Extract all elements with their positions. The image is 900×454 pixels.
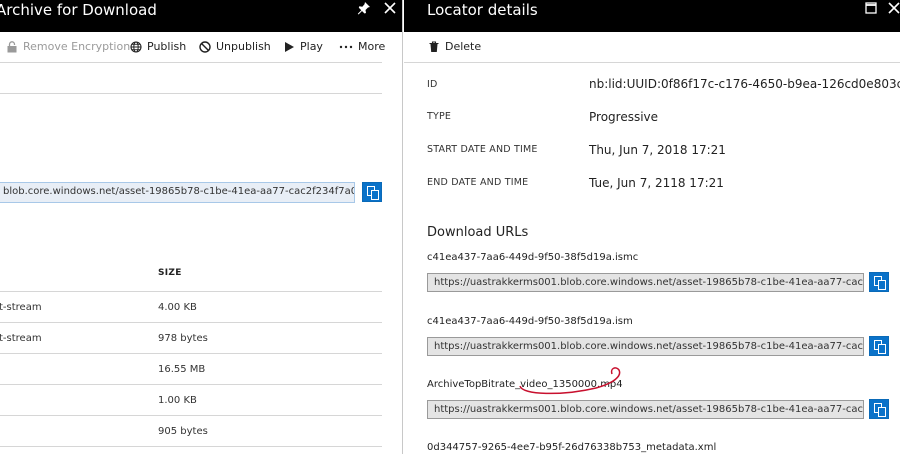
archive-blade-header: Archive for Download (0, 0, 402, 32)
remove-encryption-button[interactable]: Remove Encryption (6, 40, 130, 53)
play-button[interactable]: Play (283, 40, 323, 53)
trash-icon (428, 40, 440, 53)
type-value: Progressive (589, 110, 659, 124)
download-file-name: c41ea437-7aa6-449d-9f50-38f5d19a.ism (427, 316, 633, 327)
table-header-divider (0, 291, 382, 292)
file-size-cell: 16.55 MB (158, 364, 206, 375)
locator-blade-header: Locator details (404, 0, 900, 32)
unpublish-icon (199, 40, 211, 53)
download-url-field[interactable]: https://uastrakkerms001.blob.core.window… (427, 337, 864, 356)
row-divider (0, 322, 382, 323)
copy-url-button[interactable] (869, 272, 889, 292)
row-divider (0, 353, 382, 354)
lock-icon (6, 40, 18, 53)
end-date-label: END DATE AND TIME (427, 177, 529, 188)
more-button[interactable]: More (339, 40, 385, 53)
remove-encryption-label: Remove Encryption (23, 40, 131, 53)
play-icon (283, 41, 295, 53)
blade-title: Archive for Download (0, 1, 157, 19)
download-file-name: 0d344757-9265-4ee7-b95f-26d76338b753_met… (427, 442, 717, 453)
archive-command-bar: Remove Encryption Publish Unpublish Play… (0, 32, 402, 62)
unpublish-label: Unpublish (216, 40, 271, 53)
maximize-icon[interactable] (865, 2, 877, 18)
download-url-field[interactable]: https://uastrakkerms001.blob.core.window… (427, 273, 864, 292)
publish-button[interactable]: Publish (130, 40, 186, 53)
archive-url-field[interactable]: blob.core.windows.net/asset-19865b78-c1b… (0, 182, 355, 203)
divider (0, 62, 382, 63)
close-icon[interactable] (384, 1, 396, 19)
row-divider (0, 446, 382, 447)
globe-icon (130, 40, 142, 53)
unpublish-button[interactable]: Unpublish (199, 40, 271, 53)
size-column-header: SIZE (158, 268, 182, 278)
file-size-cell: 905 bytes (158, 426, 208, 437)
start-date-label: START DATE AND TIME (427, 144, 538, 155)
delete-button[interactable]: Delete (428, 40, 481, 53)
publish-label: Publish (147, 40, 187, 53)
copy-url-button[interactable] (362, 182, 382, 202)
locator-details-blade: Locator details Delete ID nb:lid:UUID:0f… (404, 0, 900, 454)
more-icon (339, 41, 353, 53)
copy-url-button[interactable] (869, 399, 889, 419)
archive-blade: Archive for Download Remove Encryption P… (0, 0, 403, 454)
row-divider (0, 384, 382, 385)
more-label: More (358, 40, 386, 53)
file-size-cell: 1.00 KB (158, 395, 197, 406)
close-icon[interactable] (888, 1, 900, 19)
copy-url-button[interactable] (869, 336, 889, 356)
pin-icon[interactable] (357, 1, 371, 19)
blade-title: Locator details (427, 1, 538, 19)
divider (0, 93, 382, 94)
end-date-value: Tue, Jun 7, 2118 17:21 (589, 176, 724, 190)
file-type-cell: t-stream (0, 302, 42, 313)
row-divider (0, 415, 382, 416)
divider (404, 62, 900, 63)
play-label: Play (300, 40, 323, 53)
red-annotation-circle (519, 367, 621, 395)
file-size-cell: 978 bytes (158, 333, 208, 344)
delete-label: Delete (445, 40, 482, 53)
id-value: nb:lid:UUID:0f86f17c-c176-4650-b9ea-126c… (589, 77, 900, 91)
download-urls-heading: Download URLs (427, 225, 529, 240)
file-size-cell: 4.00 KB (158, 302, 197, 313)
start-date-value: Thu, Jun 7, 2018 17:21 (589, 143, 726, 157)
type-label: TYPE (427, 111, 452, 122)
download-file-name: c41ea437-7aa6-449d-9f50-38f5d19a.ismc (427, 252, 639, 263)
download-url-field[interactable]: https://uastrakkerms001.blob.core.window… (427, 400, 864, 419)
file-type-cell: t-stream (0, 333, 42, 344)
id-label: ID (427, 79, 438, 90)
